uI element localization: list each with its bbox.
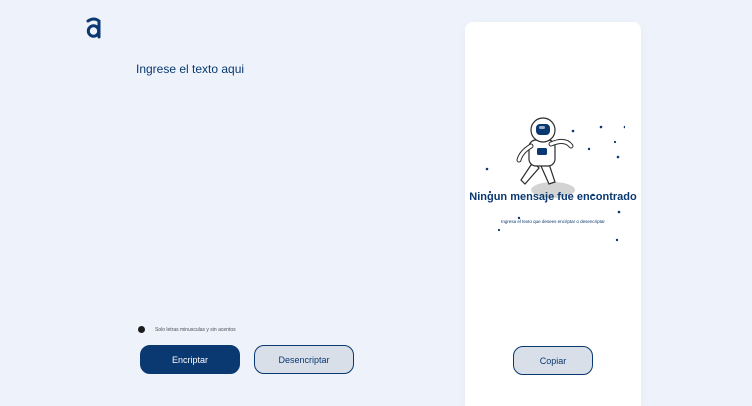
hint-text: Solo letras minusculas y sin acentos	[155, 326, 236, 333]
copy-button[interactable]: Copiar	[513, 346, 593, 375]
input-hint: Solo letras minusculas y sin acentos	[138, 326, 236, 333]
encrypt-button[interactable]: Encriptar	[140, 345, 240, 374]
decrypt-button[interactable]: Desencriptar	[254, 345, 354, 374]
info-icon	[138, 326, 145, 333]
alura-logo-icon	[86, 17, 101, 39]
empty-state-subtitle: Ingresa el texto que desees encriptar o …	[501, 219, 605, 224]
astronaut-illustration	[485, 117, 625, 242]
message-input[interactable]	[136, 62, 436, 312]
empty-state-title: Ningun mensaje fue encontrado	[469, 191, 637, 203]
